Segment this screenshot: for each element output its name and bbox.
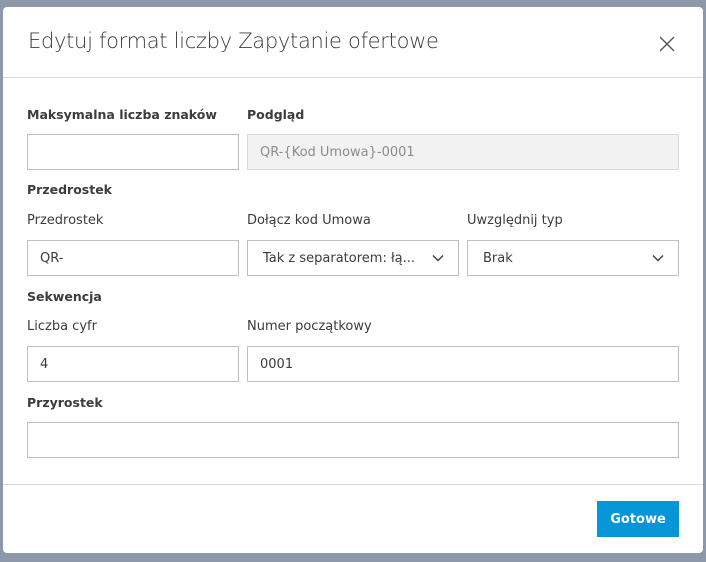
edit-number-format-dialog: Edytuj format liczby Zapytanie ofertowe … [3, 7, 703, 553]
prefix-input[interactable]: QR- [27, 240, 239, 276]
header-divider [3, 77, 703, 78]
include-code-select[interactable]: Tak z separatorem: łą... [247, 240, 459, 276]
include-type-value: Brak [483, 250, 513, 266]
preview-label: Podgląd [247, 107, 305, 122]
start-number-input[interactable]: 0001 [247, 346, 679, 382]
include-type-select[interactable]: Brak [467, 240, 679, 276]
include-code-label: Dołącz kod Umowa [247, 213, 371, 228]
include-code-value: Tak z separatorem: łą... [263, 250, 416, 266]
digits-label: Liczba cyfr [27, 319, 97, 334]
start-number-label: Numer początkowy [247, 319, 372, 334]
max-chars-input[interactable] [27, 134, 239, 170]
digits-input[interactable]: 4 [27, 346, 239, 382]
prefix-label: Przedrostek [27, 213, 104, 228]
close-icon[interactable] [655, 32, 679, 56]
prefix-heading: Przedrostek [27, 182, 112, 197]
dialog-title: Edytuj format liczby Zapytanie ofertowe [28, 29, 439, 53]
sequence-heading: Sekwencja [27, 289, 102, 304]
max-chars-label: Maksymalna liczba znaków [27, 107, 217, 122]
suffix-input[interactable] [27, 422, 679, 458]
chevron-down-icon [432, 255, 444, 262]
include-type-label: Uwzględnij typ [467, 213, 563, 228]
preview-field: QR-{Kod Umowa}-0001 [247, 134, 679, 170]
footer-divider [3, 484, 703, 485]
done-button[interactable]: Gotowe [597, 501, 679, 537]
suffix-heading: Przyrostek [27, 395, 103, 410]
chevron-down-icon [652, 255, 664, 262]
